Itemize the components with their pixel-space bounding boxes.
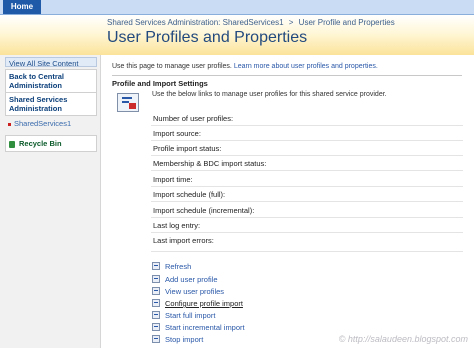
main-content: Use this page to manage user profiles. L… xyxy=(101,55,474,348)
user-profile-settings-icon xyxy=(117,93,139,112)
breadcrumb: Shared Services Administration: SharedSe… xyxy=(107,18,398,27)
bullet-icon xyxy=(152,275,160,283)
divider xyxy=(151,125,463,126)
divider xyxy=(151,186,463,187)
bullet-icon xyxy=(152,335,160,343)
bullet-icon xyxy=(152,299,160,307)
bullet-icon xyxy=(152,262,160,270)
recycle-bin-link[interactable]: Recycle Bin xyxy=(5,135,97,152)
page-title: User Profiles and Properties xyxy=(107,29,308,46)
top-nav-bar: Home xyxy=(0,0,474,15)
view-all-site-content-link[interactable]: View All Site Content xyxy=(5,57,97,68)
left-navigation: View All Site Content Back to Central Ad… xyxy=(0,55,101,348)
property-label: Number of user profiles: xyxy=(153,114,234,123)
watermark: © http://salaudeen.blogspot.com xyxy=(338,334,468,344)
property-label: Import time: xyxy=(153,175,193,184)
back-to-central-admin-link[interactable]: Back to Central Administration xyxy=(5,69,97,93)
divider xyxy=(151,155,463,156)
intro-description: Use this page to manage user profiles. xyxy=(112,63,232,70)
property-label: Import schedule (incremental): xyxy=(153,206,255,215)
property-label: Profile import status: xyxy=(153,144,222,153)
property-label: Last log entry: xyxy=(153,221,201,230)
breadcrumb-ssp-link[interactable]: Shared Services Administration: SharedSe… xyxy=(107,18,284,27)
property-label: Membership & BDC import status: xyxy=(153,159,267,168)
learn-more-link[interactable]: Learn more about user profiles and prope… xyxy=(234,63,378,70)
recycle-bin-label: Recycle Bin xyxy=(19,139,62,148)
configure-profile-import-link[interactable]: Configure profile import xyxy=(152,299,243,308)
breadcrumb-separator: > xyxy=(288,18,294,27)
property-label: Last import errors: xyxy=(153,236,214,245)
bullet-icon xyxy=(8,122,11,126)
refresh-link[interactable]: Refresh xyxy=(152,262,191,271)
divider xyxy=(151,217,463,218)
divider xyxy=(151,170,463,171)
bullet-icon xyxy=(152,287,160,295)
property-label: Import source: xyxy=(153,129,201,138)
bullet-icon xyxy=(152,311,160,319)
recycle-bin-icon xyxy=(9,140,15,148)
stop-import-link[interactable]: Stop import xyxy=(152,335,203,344)
property-label: Import schedule (full): xyxy=(153,190,226,199)
divider xyxy=(112,75,462,76)
divider xyxy=(151,201,463,202)
view-user-profiles-link[interactable]: View user profiles xyxy=(152,287,224,296)
home-tab[interactable]: Home xyxy=(3,0,41,14)
section-description: Use the below links to manage user profi… xyxy=(152,91,387,98)
divider xyxy=(151,251,463,252)
start-incremental-import-link[interactable]: Start incremental import xyxy=(152,323,245,332)
breadcrumb-current: User Profile and Properties xyxy=(298,18,395,27)
sidebar-item-sharedservices1[interactable]: SharedServices1 xyxy=(5,117,101,130)
divider xyxy=(151,140,463,141)
divider xyxy=(151,232,463,233)
start-full-import-link[interactable]: Start full import xyxy=(152,311,215,320)
sidebar-item-label: SharedServices1 xyxy=(14,119,72,128)
shared-services-admin-link[interactable]: Shared Services Administration xyxy=(5,92,97,116)
section-title: Profile and Import Settings xyxy=(112,79,208,88)
page-header: Shared Services Administration: SharedSe… xyxy=(0,15,474,55)
bullet-icon xyxy=(152,323,160,331)
add-user-profile-link[interactable]: Add user profile xyxy=(152,275,218,284)
intro-text: Use this page to manage user profiles. L… xyxy=(112,63,378,70)
